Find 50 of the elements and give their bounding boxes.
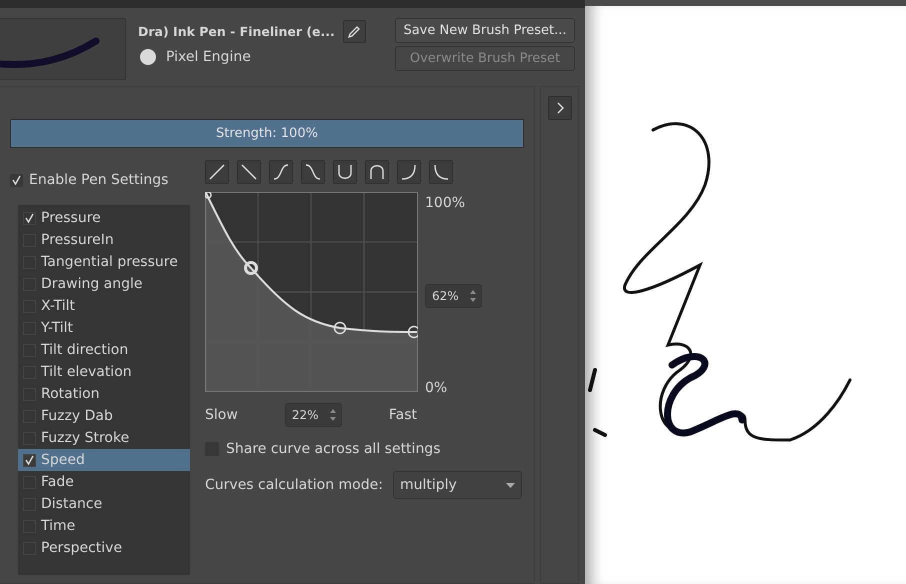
curve-preset-button[interactable]: [269, 160, 293, 184]
sensor-item[interactable]: Drawing angle: [18, 273, 190, 295]
y-min-label: 0%: [425, 380, 448, 396]
curve-preset-button[interactable]: [333, 160, 357, 184]
preset-name: Dra) Ink Pen - Fineliner (e...: [138, 24, 335, 39]
dropdown-arrow-icon: [506, 482, 515, 488]
curve-preset-button[interactable]: [301, 160, 325, 184]
sensor-item[interactable]: Rotation: [18, 383, 190, 405]
preset-button[interactable]: Save New Brush Preset...: [395, 18, 575, 43]
sensor-item[interactable]: Fade: [18, 471, 190, 493]
checkbox[interactable]: [10, 174, 23, 186]
sensor-item[interactable]: Fuzzy Stroke: [18, 427, 190, 449]
mode-dropdown[interactable]: multiply: [392, 471, 522, 499]
sensor-checkbox[interactable]: [23, 212, 36, 224]
curve-editor[interactable]: [205, 192, 418, 392]
sensor-item[interactable]: Y-Tilt: [18, 317, 190, 339]
sensor-item[interactable]: Time: [18, 515, 190, 537]
sensor-item[interactable]: X-Tilt: [18, 295, 190, 317]
curve-preset-button[interactable]: [205, 160, 229, 184]
sensor-item[interactable]: Fuzzy Dab: [18, 405, 190, 427]
input-spinbox[interactable]: 22%: [284, 403, 342, 427]
expand-button[interactable]: [548, 96, 572, 120]
chevron-right-icon: [554, 102, 564, 114]
pencil-icon: [347, 24, 362, 38]
sensor-item[interactable]: Perspective: [18, 537, 190, 559]
engine-circle-icon: [140, 49, 156, 65]
x-max-label: Fast: [388, 407, 417, 423]
sensor-item[interactable]: Tilt direction: [18, 339, 190, 361]
sensor-item[interactable]: Distance: [18, 493, 190, 515]
curve-preset-button[interactable]: [237, 160, 261, 184]
sensor-item[interactable]: Tilt elevation: [18, 361, 190, 383]
edit-name-button[interactable]: [342, 20, 366, 43]
output-spinbox[interactable]: 62%: [425, 284, 482, 308]
drawing-canvas[interactable]: [585, 0, 906, 584]
engine-label: Pixel Engine: [166, 49, 251, 65]
checkbox-label: Share curve across all settings: [226, 441, 440, 457]
sensor-item[interactable]: Speed: [18, 449, 190, 471]
strength-label: Strength: 100%: [216, 126, 318, 141]
strength-slider[interactable]: Strength: 100%: [10, 119, 524, 148]
curve-preset-button[interactable]: [429, 160, 453, 184]
sensor-checkbox[interactable]: [23, 454, 36, 466]
curve-preset-button[interactable]: [397, 160, 421, 184]
sensor-item[interactable]: Pressure: [18, 207, 190, 229]
checkbox-label: Enable Pen Settings: [29, 172, 168, 188]
curve-preset-button[interactable]: [365, 160, 389, 184]
x-min-label: Slow: [205, 407, 238, 423]
sensor-item[interactable]: Tangential pressure: [18, 251, 190, 273]
sensor-item[interactable]: PressureIn: [18, 229, 190, 251]
mode-label: Curves calculation mode:: [205, 477, 383, 493]
y-max-label: 100%: [425, 195, 466, 211]
